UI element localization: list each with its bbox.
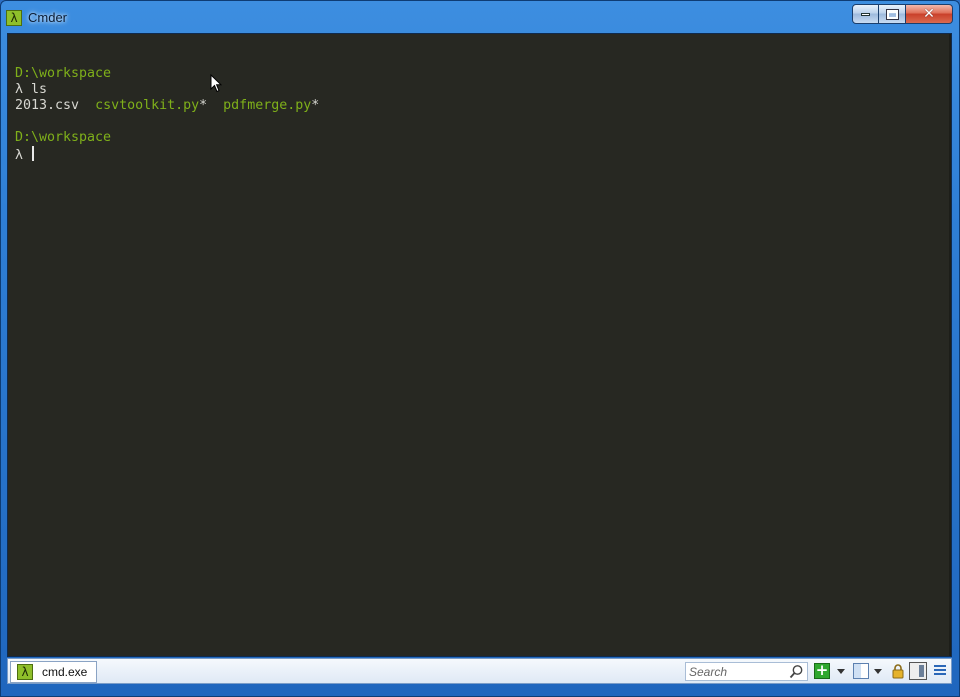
status-bar: λ cmd.exe +: [7, 658, 952, 684]
window-title: Cmder: [28, 10, 68, 25]
command-line: λ ls: [15, 82, 951, 98]
close-button[interactable]: ✕: [906, 4, 953, 24]
console-output[interactable]: D:\workspace λ ls 2013.csv csvtoolkit.py…: [7, 33, 952, 657]
executable-marker: *: [199, 98, 208, 113]
panel-toggle-icon[interactable]: [909, 662, 927, 680]
prompt-path: D:\workspace: [15, 66, 112, 81]
file-entry-executable: pdfmerge.py: [223, 98, 312, 113]
prompt-symbol: λ: [15, 82, 24, 97]
search-input[interactable]: [689, 663, 789, 680]
minimize-button[interactable]: [852, 4, 879, 24]
tab-label: cmd.exe: [42, 665, 88, 679]
input-line[interactable]: λ: [15, 146, 951, 163]
tab-cmd[interactable]: λ cmd.exe: [10, 661, 97, 683]
maximize-button[interactable]: [879, 4, 906, 24]
new-console-icon[interactable]: +: [814, 663, 830, 679]
app-icon[interactable]: λ: [6, 10, 22, 26]
cmder-window: λ Cmder ✕ D:\workspace λ ls 2013.csv csv…: [0, 0, 960, 697]
title-bar[interactable]: λ Cmder ✕: [1, 1, 959, 33]
ls-output-line: 2013.csv csvtoolkit.py* pdfmerge.py*: [15, 98, 951, 114]
executable-marker: *: [311, 98, 320, 113]
lambda-icon: λ: [17, 664, 33, 680]
menu-icon[interactable]: [932, 663, 948, 679]
search-icon[interactable]: [789, 664, 804, 679]
file-entry: 2013.csv: [15, 98, 80, 113]
prompt-path-line: D:\workspace: [15, 130, 951, 146]
mouse-pointer-icon: [210, 74, 222, 93]
lock-icon[interactable]: [890, 663, 906, 679]
window-bottom-border[interactable]: [1, 685, 959, 697]
text-cursor: [32, 146, 35, 161]
command-text: ls: [23, 82, 48, 97]
chevron-down-icon[interactable]: [837, 669, 845, 674]
prompt-symbol: λ: [15, 148, 24, 163]
file-entry-executable: csvtoolkit.py: [95, 98, 200, 113]
caption-buttons: ✕: [852, 4, 953, 24]
search-box: [685, 662, 808, 681]
prompt-path-line: D:\workspace: [15, 66, 951, 82]
prompt-path: D:\workspace: [15, 130, 112, 145]
maximize-icon: [885, 8, 899, 20]
chevron-down-icon[interactable]: [874, 669, 882, 674]
scrollbar[interactable]: [949, 34, 951, 656]
split-view-icon[interactable]: [853, 663, 869, 679]
close-icon: ✕: [923, 6, 935, 22]
minimize-icon: [861, 12, 870, 16]
